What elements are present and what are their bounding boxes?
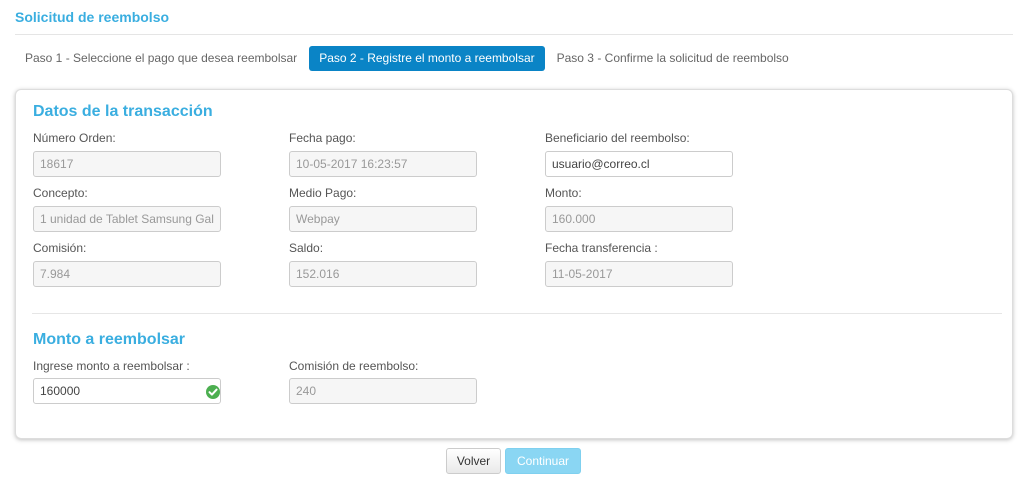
page-title: Solicitud de reembolso: [15, 9, 170, 25]
transaction-section-title: Datos de la transacción: [33, 103, 213, 120]
beneficiary-field[interactable]: [545, 151, 733, 177]
refund-amount-input[interactable]: [33, 378, 221, 404]
refund-commission-field[interactable]: [289, 378, 477, 404]
payment-method-label: Medio Pago:: [289, 186, 357, 200]
valid-check-icon: [206, 385, 220, 399]
refund-amount-label: Ingrese monto a reembolsar :: [33, 359, 190, 373]
commission-field[interactable]: [33, 261, 221, 287]
transfer-date-field[interactable]: [545, 261, 733, 287]
step-3[interactable]: Paso 3 - Confirme la solicitud de reembo…: [547, 46, 799, 71]
transfer-date-label: Fecha transferencia :: [545, 241, 658, 255]
amount-label: Monto:: [545, 186, 582, 200]
payment-method-field[interactable]: [289, 206, 477, 232]
beneficiary-label: Beneficiario del reembolso:: [545, 131, 690, 145]
balance-label: Saldo:: [289, 241, 324, 255]
back-button[interactable]: Volver: [446, 448, 501, 474]
continue-button[interactable]: Continuar: [505, 448, 581, 474]
refund-form-card: Datos de la transacción Número Orden: Fe…: [15, 89, 1013, 439]
concept-field[interactable]: [33, 206, 221, 232]
order-number-label: Número Orden:: [33, 131, 116, 145]
commission-label: Comisión:: [33, 241, 87, 255]
step-2-active[interactable]: Paso 2 - Registre el monto a reembolsar: [309, 46, 545, 71]
order-number-field[interactable]: [33, 151, 221, 177]
step-1[interactable]: Paso 1 - Seleccione el pago que desea re…: [15, 46, 307, 71]
balance-field[interactable]: [289, 261, 477, 287]
amount-field[interactable]: [545, 206, 733, 232]
wizard-steps: Paso 1 - Seleccione el pago que desea re…: [15, 46, 799, 71]
refund-commission-label: Comisión de reembolso:: [289, 359, 419, 373]
refund-section-title: Monto a reembolsar: [33, 331, 186, 348]
payment-date-field[interactable]: [289, 151, 477, 177]
section-divider: [32, 313, 1002, 314]
concept-label: Concepto:: [33, 186, 88, 200]
title-divider: [15, 34, 1013, 35]
payment-date-label: Fecha pago:: [289, 131, 356, 145]
